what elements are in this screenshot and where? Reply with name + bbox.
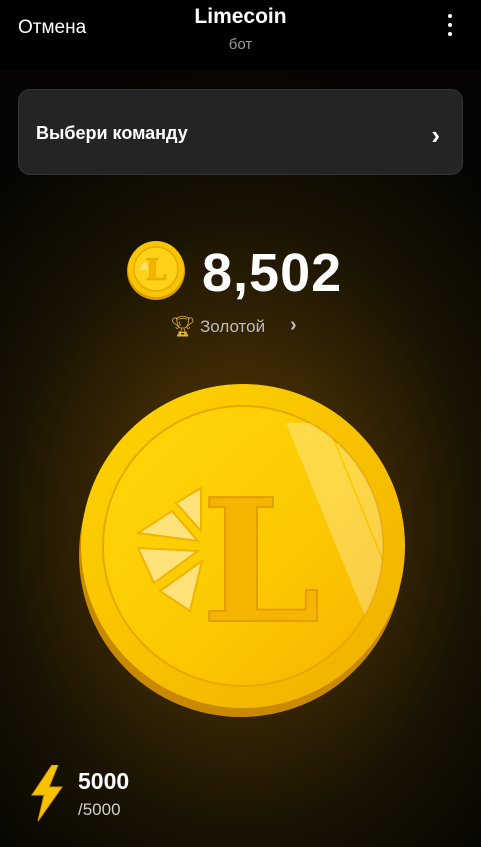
limecoin-tap-icon[interactable]: L <box>76 383 410 719</box>
trophy-icon: 🏆︎ <box>170 316 196 338</box>
app-subtitle: бот <box>228 36 253 53</box>
choose-team-label: Выбери команду <box>36 123 188 143</box>
balance-amount: 8,502 <box>202 243 343 303</box>
chevron-right-icon: › <box>431 120 440 150</box>
more-vertical-icon[interactable] <box>443 14 457 40</box>
svg-text:L: L <box>145 253 166 288</box>
chevron-right-icon: › <box>290 314 297 336</box>
app-title: Limecoin <box>194 5 287 28</box>
energy-display: 5000 /5000 <box>28 765 228 825</box>
energy-max: /5000 <box>78 800 121 819</box>
svg-text:L: L <box>201 462 321 662</box>
energy-current: 5000 <box>78 768 130 794</box>
choose-team-button[interactable]: Выбери команду › <box>18 89 463 175</box>
limecoin-icon: L <box>127 241 185 300</box>
league-name: Золотой <box>200 317 266 336</box>
top-bar: Отмена Limecoin бот <box>0 0 481 70</box>
lightning-bolt-icon <box>31 765 63 821</box>
league-link[interactable]: 🏆︎ Золотой › <box>170 314 320 340</box>
balance-display: L 8,502 <box>126 238 376 303</box>
